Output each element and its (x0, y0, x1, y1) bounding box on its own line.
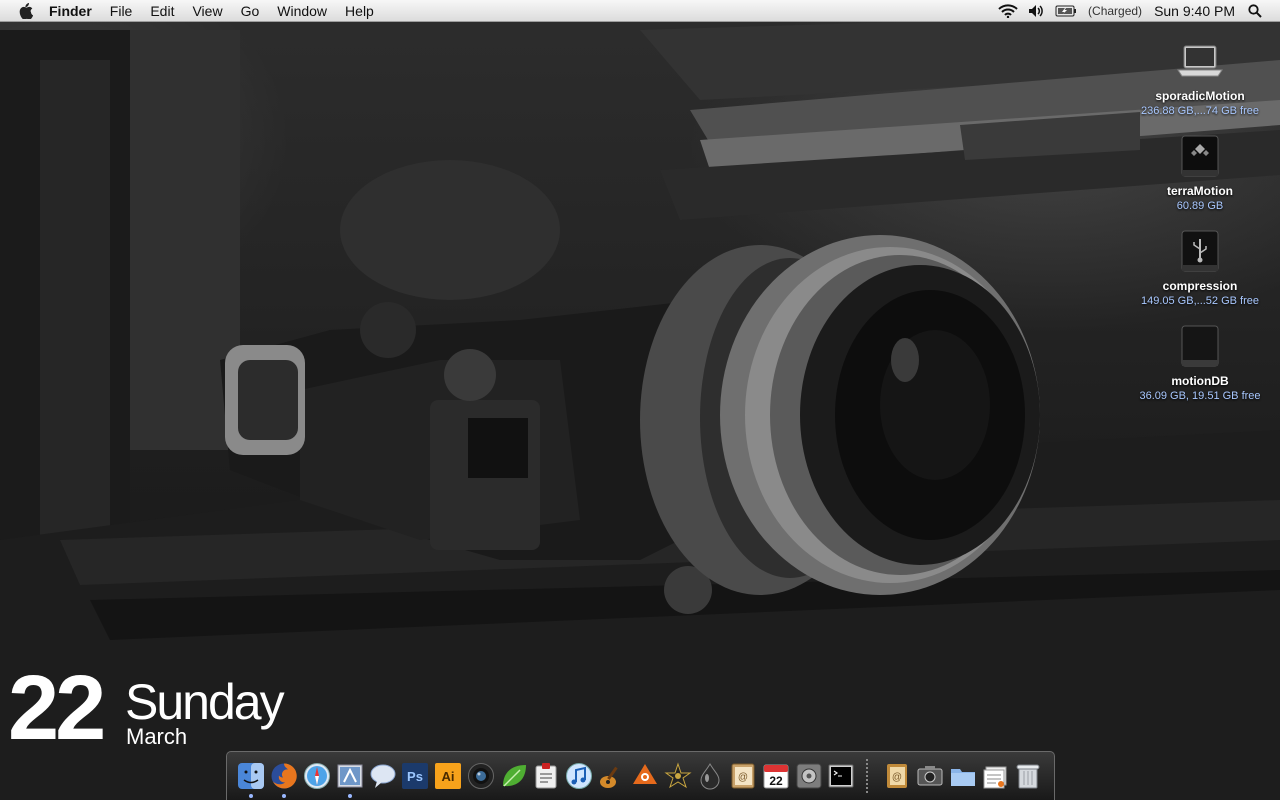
drive-info: 236.88 GB,...74 GB free (1140, 105, 1259, 117)
ical-icon[interactable]: 22 (761, 761, 791, 791)
trash-icon[interactable] (1013, 761, 1043, 791)
date-weekday: Sunday (125, 674, 285, 730)
drive-name: terraMotion (1167, 184, 1233, 198)
drive-compression[interactable]: compression 149.05 GB,...52 GB free (1130, 228, 1270, 307)
svg-text:22: 22 (769, 774, 783, 788)
imovie-icon[interactable] (663, 761, 693, 791)
illustrator-icon[interactable]: Ai (433, 761, 463, 791)
svg-text:@: @ (738, 772, 748, 783)
drive-info: 60.89 GB (1176, 200, 1224, 212)
reason-icon[interactable] (630, 761, 660, 791)
screenshot-folder-icon[interactable] (915, 761, 945, 791)
safari-icon[interactable] (302, 761, 332, 791)
running-indicator (282, 794, 287, 798)
battery-status[interactable]: (Charged) (1088, 0, 1142, 22)
mail-icon[interactable] (335, 761, 365, 798)
menu-view[interactable]: View (183, 0, 231, 22)
battery-icon[interactable] (1053, 0, 1079, 22)
laptop-icon (1176, 38, 1224, 86)
fluid-icon[interactable] (695, 761, 725, 791)
date-month: March (126, 724, 188, 749)
address-book-icon[interactable]: @ (728, 761, 758, 791)
drive-motiondb[interactable]: motionDB 36.09 GB, 19.51 GB free (1130, 323, 1270, 402)
desktop-drive-icons: sporadicMotion 236.88 GB,...74 GB free t… (1130, 38, 1270, 418)
apple-menu-icon[interactable] (12, 0, 40, 22)
external-drive-icon (1176, 133, 1224, 181)
firefox-icon[interactable] (269, 761, 299, 798)
photoshop-icon[interactable]: Ps (400, 761, 430, 791)
leaf-icon[interactable] (499, 761, 529, 791)
menu-extras: (Charged) Sun 9:40 PM (994, 0, 1280, 22)
menu-go[interactable]: Go (232, 0, 269, 22)
menu-help[interactable]: Help (336, 0, 383, 22)
drive-info: 36.09 GB, 19.51 GB free (1139, 390, 1261, 402)
garageband-icon[interactable] (597, 761, 627, 791)
drive-info: 149.05 GB,...52 GB free (1140, 295, 1259, 307)
aperture-icon[interactable] (466, 761, 496, 791)
folder-icon[interactable] (948, 761, 978, 791)
menubar-clock[interactable]: Sun 9:40 PM (1154, 0, 1235, 22)
itunes-icon[interactable] (564, 761, 594, 791)
spotlight-search-icon[interactable] (1244, 0, 1266, 22)
usb-drive-icon (1176, 228, 1224, 276)
drive-sporadicmotion[interactable]: sporadicMotion 236.88 GB,...74 GB free (1130, 38, 1270, 117)
ichat-icon[interactable] (368, 761, 398, 791)
terminal-icon[interactable] (826, 761, 856, 791)
menu-edit[interactable]: Edit (141, 0, 183, 22)
dock-separator (865, 759, 873, 793)
drive-name: motionDB (1171, 374, 1229, 388)
running-indicator (249, 794, 254, 798)
volume-icon[interactable] (1025, 0, 1047, 22)
menu-app-finder[interactable]: Finder (40, 0, 101, 22)
svg-text:Ps: Ps (407, 769, 423, 784)
drive-name: compression (1162, 279, 1238, 293)
script-icon[interactable] (531, 761, 561, 791)
finder-icon[interactable] (236, 761, 266, 798)
menu-file[interactable]: File (101, 0, 142, 22)
menu-window[interactable]: Window (268, 0, 336, 22)
wifi-icon[interactable] (997, 0, 1019, 22)
menu-bar: Finder File Edit View Go Window Help (Ch… (0, 0, 1280, 22)
dock: Ps Ai @ 22 @ (226, 751, 1055, 800)
svg-text:@: @ (892, 772, 902, 783)
system-preferences-icon[interactable] (794, 761, 824, 791)
drive-name: sporadicMotion (1155, 89, 1245, 103)
address-book-stack-icon[interactable]: @ (882, 761, 912, 791)
hard-drive-icon (1176, 323, 1224, 371)
running-indicator (347, 794, 352, 798)
date-day: 22 (8, 657, 106, 759)
drive-terramotion[interactable]: terraMotion 60.89 GB (1130, 133, 1270, 212)
svg-text:Ai: Ai (442, 769, 455, 784)
documents-stack-icon[interactable] (981, 761, 1011, 791)
